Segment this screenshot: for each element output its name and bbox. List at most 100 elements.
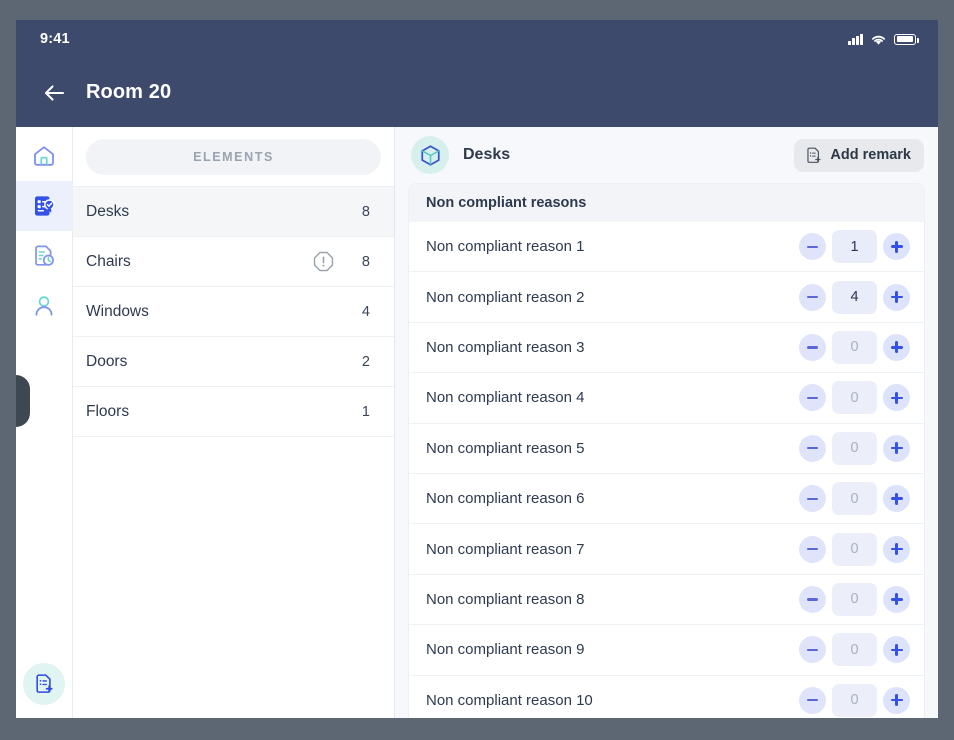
sidebar-item-profile[interactable] (16, 281, 73, 331)
reason-row: Non compliant reason 3 0 (409, 322, 924, 374)
minus-icon (807, 699, 818, 702)
quantity-stepper: 0 (799, 381, 910, 415)
reason-label: Non compliant reason 9 (426, 641, 585, 659)
decrement-button[interactable] (799, 585, 826, 613)
add-remark-button[interactable]: Add remark (794, 138, 924, 172)
decrement-button[interactable] (799, 384, 826, 412)
decrement-button[interactable] (799, 233, 826, 261)
sidebar-item-home[interactable] (16, 131, 73, 181)
back-button[interactable] (40, 79, 68, 107)
increment-button[interactable] (883, 535, 910, 563)
quantity-stepper: 0 (799, 431, 910, 465)
decrement-button[interactable] (799, 333, 826, 361)
decrement-button[interactable] (799, 485, 826, 513)
reason-row: Non compliant reason 4 0 (409, 373, 924, 424)
decrement-button[interactable] (799, 636, 826, 664)
reason-label: Non compliant reason 10 (426, 691, 593, 709)
decrement-button[interactable] (799, 686, 826, 714)
element-list-item-windows[interactable]: Windows 4 (73, 286, 394, 336)
increment-button[interactable] (883, 434, 910, 462)
quantity-stepper: 1 (799, 230, 910, 264)
increment-button[interactable] (883, 283, 910, 311)
quantity-value[interactable]: 0 (832, 532, 877, 566)
quantity-stepper: 0 (799, 582, 910, 616)
add-inspection-button[interactable] (23, 663, 65, 705)
plus-icon (890, 491, 903, 507)
reason-row: Non compliant reason 9 0 (409, 625, 924, 676)
minus-icon (807, 346, 818, 349)
home-icon (34, 146, 54, 166)
decrement-button[interactable] (799, 283, 826, 311)
reason-label: Non compliant reason 6 (426, 490, 585, 508)
minus-icon (807, 648, 818, 651)
element-list-item-desks[interactable]: Desks 8 (73, 186, 394, 236)
increment-button[interactable] (883, 333, 910, 361)
increment-button[interactable] (883, 485, 910, 513)
plus-icon (890, 441, 903, 456)
minus-icon (807, 245, 818, 248)
element-list-item-doors[interactable]: Doors 2 (73, 336, 394, 386)
sidebar-item-inspections[interactable] (16, 181, 73, 231)
element-name: Floors (86, 402, 130, 420)
person-icon (35, 296, 53, 316)
element-list-item-floors[interactable]: Floors 1 (73, 386, 394, 436)
decrement-button[interactable] (799, 535, 826, 563)
plus-icon (890, 239, 903, 255)
plus-icon (890, 592, 903, 607)
quantity-value[interactable]: 0 (832, 683, 877, 717)
quantity-value[interactable]: 0 (832, 431, 877, 465)
status-time: 9:41 (40, 31, 70, 47)
plus-icon (890, 642, 903, 658)
cube-icon (411, 136, 449, 174)
quantity-value[interactable]: 0 (832, 381, 877, 415)
quantity-value[interactable]: 0 (832, 482, 877, 516)
arrow-left-icon (44, 84, 65, 101)
element-count: 4 (361, 303, 370, 320)
page-title: Room 20 (86, 81, 172, 103)
quantity-stepper: 0 (799, 482, 910, 516)
plus-icon (890, 340, 903, 355)
element-name: Doors (86, 352, 128, 370)
sidebar-item-history[interactable] (16, 231, 73, 281)
increment-button[interactable] (883, 686, 910, 714)
add-remark-label: Add remark (830, 147, 911, 163)
element-count: 2 (361, 353, 370, 370)
increment-button[interactable] (883, 233, 910, 261)
element-list-item-chairs[interactable]: Chairs 8 (73, 236, 394, 286)
quantity-value[interactable]: 0 (832, 582, 877, 616)
reason-label: Non compliant reason 1 (426, 238, 585, 256)
quantity-value[interactable]: 0 (832, 633, 877, 667)
minus-icon (807, 295, 818, 299)
plus-icon (890, 390, 903, 406)
detail-panel: Desks Add remark Non compliant reasons N… (395, 127, 938, 718)
reason-row: Non compliant reason 7 0 (409, 524, 924, 575)
quantity-stepper: 0 (799, 633, 910, 667)
non-compliant-reasons-card: Non compliant reasons Non compliant reas… (408, 183, 925, 718)
reason-row: Non compliant reason 10 0 (409, 675, 924, 718)
increment-button[interactable] (883, 384, 910, 412)
minus-icon (807, 447, 818, 450)
reason-row: Non compliant reason 6 0 (409, 473, 924, 525)
decrement-button[interactable] (799, 434, 826, 462)
reason-label: Non compliant reason 4 (426, 389, 585, 407)
reason-label: Non compliant reason 3 (426, 338, 585, 356)
document-add-icon (36, 674, 53, 693)
wifi-icon (872, 35, 885, 45)
quantity-value[interactable]: 0 (832, 330, 877, 364)
status-icons (848, 33, 919, 46)
minus-icon (807, 497, 818, 500)
detail-title: Desks (463, 146, 511, 163)
quantity-stepper: 0 (799, 532, 910, 566)
plus-icon (890, 290, 903, 305)
increment-button[interactable] (883, 636, 910, 664)
reason-label: Non compliant reason 7 (426, 540, 585, 558)
status-bar: 9:41 (16, 20, 938, 58)
elements-panel: ELEMENTS Desks 8 Chairs 8 Windows 4 Door… (73, 127, 395, 718)
quantity-value[interactable]: 1 (832, 230, 877, 264)
app-body: ELEMENTS Desks 8 Chairs 8 Windows 4 Door… (16, 127, 938, 718)
quantity-value[interactable]: 4 (832, 280, 877, 314)
element-name: Desks (86, 202, 130, 220)
checklist-certificate-icon (35, 196, 55, 216)
signal-bars-icon (848, 33, 863, 45)
increment-button[interactable] (883, 585, 910, 613)
